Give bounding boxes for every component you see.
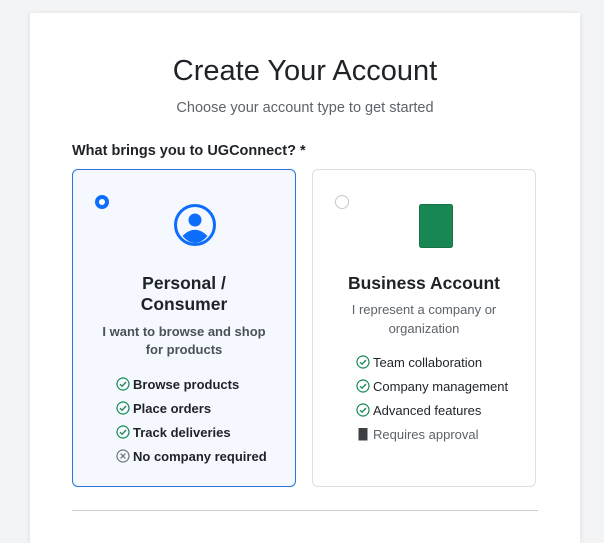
feature-label: Track deliveries [133, 424, 231, 440]
check-circle-icon [356, 355, 370, 369]
personal-desc-line1: I want to browse and shop [102, 324, 266, 339]
personal-radio[interactable] [95, 195, 109, 209]
list-item: Track deliveries [116, 420, 267, 444]
feature-label: Team collaboration [373, 354, 483, 370]
user-circle-icon [173, 203, 217, 252]
check-circle-icon [356, 379, 370, 393]
page-subtitle: Choose your account type to get started [176, 100, 434, 116]
account-type-question: What brings you to UGConnect? * [72, 143, 306, 159]
feature-label: Requires approval [373, 426, 479, 442]
list-item: Place orders [116, 396, 267, 420]
business-desc-line1: I represent a company or [351, 302, 497, 317]
business-title: Business Account [347, 273, 501, 293]
check-circle-icon [116, 401, 130, 415]
business-radio[interactable] [335, 195, 349, 209]
feature-label: Company management [373, 378, 509, 394]
feature-label: No company required [133, 448, 267, 464]
hourglass-icon [358, 428, 368, 441]
list-item: Advanced features [356, 398, 508, 422]
personal-title-line2: Consumer [140, 294, 228, 314]
personal-title-line1: Personal / [142, 273, 226, 293]
list-item: Company management [356, 374, 508, 398]
check-circle-icon [356, 403, 370, 417]
feature-label: Advanced features [373, 402, 482, 418]
list-item: Browse products [116, 372, 267, 396]
page-title: Create Your Account [172, 55, 438, 87]
signup-card: Create Your Account Choose your account … [30, 13, 580, 543]
feature-label: Browse products [133, 376, 240, 392]
check-circle-icon [116, 377, 130, 391]
account-type-option-personal[interactable]: Personal / Consumer I want to browse and… [72, 169, 296, 487]
x-circle-icon [116, 449, 130, 463]
business-desc-line2: organization [388, 321, 460, 336]
check-circle-icon [116, 425, 130, 439]
list-item: Team collaboration [356, 350, 508, 374]
list-item: Requires approval [356, 422, 508, 446]
account-type-option-business[interactable]: Business Account I represent a company o… [312, 169, 536, 487]
personal-desc-line2: for products [145, 342, 223, 357]
personal-feature-list: Browse products Place orders Track deliv… [116, 372, 267, 468]
section-divider [72, 510, 538, 511]
feature-label: Place orders [133, 400, 212, 416]
business-feature-list: Team collaboration Company management Ad… [356, 350, 508, 446]
list-item: No company required [116, 444, 267, 468]
building-icon [419, 204, 453, 253]
